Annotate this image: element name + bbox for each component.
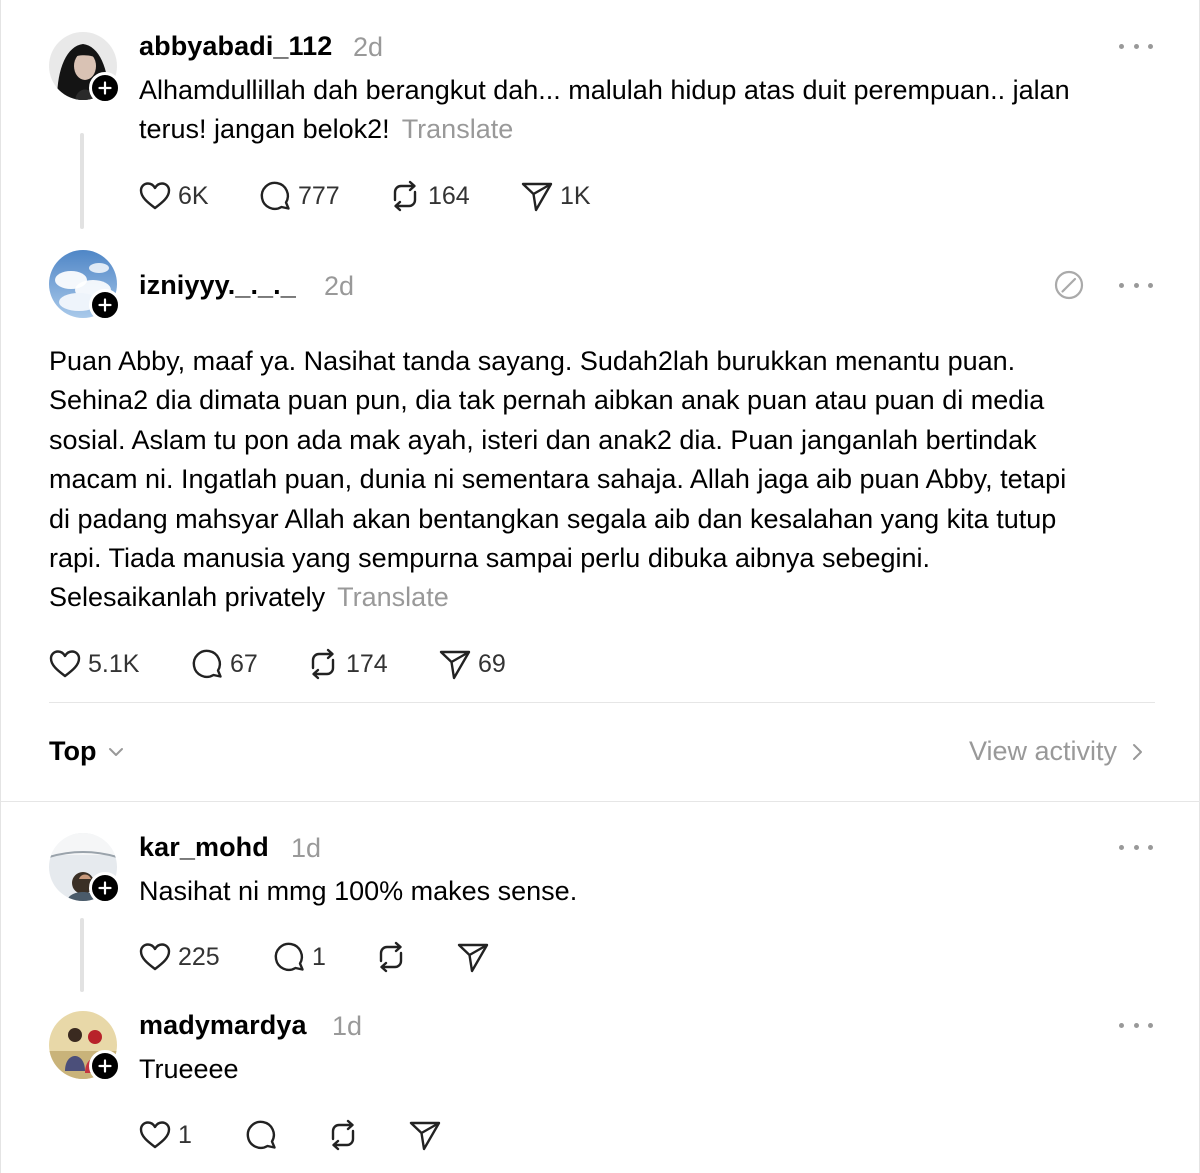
timestamp[interactable]: 1d xyxy=(291,833,321,864)
share-count: 1K xyxy=(560,181,591,210)
share-icon xyxy=(409,1121,441,1151)
post-text: Alhamdullillah dah berangkut dah... malu… xyxy=(139,71,1149,150)
post-text-line: Sehina2 dia dimata puan pun, dia tak per… xyxy=(49,385,1045,416)
heart-icon xyxy=(49,650,81,678)
post-text: Puan Abby, maaf ya. Nasihat tanda sayang… xyxy=(49,342,1159,618)
like-count: 6K xyxy=(178,181,209,210)
thread-line xyxy=(80,133,84,229)
sort-label: Top xyxy=(49,736,97,766)
sort-dropdown[interactable]: Top xyxy=(49,736,126,767)
repost-button[interactable] xyxy=(325,1115,361,1155)
chevron-right-icon xyxy=(1133,743,1142,760)
more-icon[interactable] xyxy=(1119,275,1153,295)
translate-link[interactable]: Translate xyxy=(402,114,514,144)
repost-icon xyxy=(331,1119,355,1151)
repost-count: 174 xyxy=(346,649,388,678)
timestamp[interactable]: 2d xyxy=(324,271,354,302)
comment-button[interactable] xyxy=(243,1115,279,1155)
comment-button[interactable]: 1 xyxy=(271,937,326,977)
repost-count: 164 xyxy=(428,181,470,210)
repost-button[interactable]: 164 xyxy=(387,176,470,216)
heart-icon xyxy=(139,943,171,971)
translate-link[interactable]: Translate xyxy=(337,582,449,612)
share-icon xyxy=(521,182,553,212)
username[interactable]: abbyabadi_112 xyxy=(139,31,332,62)
share-count: 69 xyxy=(478,649,506,678)
view-activity-label: View activity xyxy=(968,736,1117,766)
repost-icon xyxy=(379,941,403,973)
post-text-line: macam ni. Ingatlah puan, dunia ni sement… xyxy=(49,464,1067,495)
post-text-line: sosial. Aslam tu pon ada mak ayah, ister… xyxy=(49,424,1037,455)
heart-icon xyxy=(139,182,171,210)
share-button[interactable] xyxy=(407,1115,443,1155)
repost-button[interactable]: 174 xyxy=(305,644,388,684)
edit-icon[interactable] xyxy=(1052,268,1086,302)
chevron-down-icon xyxy=(109,747,124,756)
share-button[interactable] xyxy=(455,937,491,977)
divider xyxy=(49,702,1155,703)
comment-count: 777 xyxy=(298,181,340,210)
share-button[interactable]: 69 xyxy=(437,644,506,684)
timestamp[interactable]: 1d xyxy=(332,1011,362,1042)
thread-view: abbyabadi_112 2d Alhamdullillah dah bera… xyxy=(0,0,1200,1173)
username[interactable]: kar_mohd xyxy=(139,832,269,863)
follow-plus-icon[interactable] xyxy=(89,1050,121,1082)
follow-plus-icon[interactable] xyxy=(89,72,121,104)
repost-button[interactable] xyxy=(373,937,409,977)
heart-icon xyxy=(139,1121,171,1149)
repost-icon xyxy=(393,180,417,212)
like-button[interactable]: 225 xyxy=(137,937,220,977)
comment-icon xyxy=(274,942,304,971)
post-text-line: Alhamdullillah dah berangkut dah... malu… xyxy=(139,75,1070,105)
post-text-line: di padang mahsyar Allah akan bentangkan … xyxy=(49,503,1057,534)
post-text-line: terus! jangan belok2! Translate xyxy=(139,114,514,145)
reply-text: Nasihat ni mmg 100% makes sense. xyxy=(139,876,578,906)
view-activity-link[interactable]: View activity xyxy=(969,736,1147,767)
post-text-line: Puan Abby, maaf ya. Nasihat tanda sayang… xyxy=(49,346,1016,376)
post-text-line: Selesaikanlah privately Translate xyxy=(49,582,449,613)
comment-icon xyxy=(260,181,290,210)
comment-icon xyxy=(246,1120,276,1149)
share-button[interactable]: 1K xyxy=(519,176,591,216)
like-button[interactable]: 5.1K xyxy=(47,644,139,684)
comment-button[interactable]: 777 xyxy=(257,176,340,216)
like-count: 5.1K xyxy=(88,649,140,678)
repost-icon xyxy=(311,648,335,680)
follow-plus-icon[interactable] xyxy=(89,872,121,904)
divider xyxy=(1,801,1200,802)
more-icon[interactable] xyxy=(1119,36,1153,56)
reply-text: Trueeee xyxy=(139,1054,239,1084)
post-text-line: rapi. Tiada manusia yang sempurna sampai… xyxy=(49,543,931,574)
more-icon[interactable] xyxy=(1119,837,1153,857)
like-button[interactable]: 6K xyxy=(137,176,209,216)
share-icon xyxy=(439,650,471,680)
thread-line xyxy=(80,918,84,992)
comment-icon xyxy=(192,649,222,678)
timestamp[interactable]: 2d xyxy=(353,32,383,63)
comment-count: 1 xyxy=(312,942,326,971)
like-count: 225 xyxy=(178,942,220,971)
username[interactable]: madymardya xyxy=(139,1010,307,1041)
like-button[interactable]: 1 xyxy=(137,1115,192,1155)
share-icon xyxy=(457,943,489,973)
comment-count: 67 xyxy=(230,649,258,678)
username[interactable]: izniyyy._._._ xyxy=(139,270,296,301)
like-count: 1 xyxy=(178,1120,192,1149)
comment-button[interactable]: 67 xyxy=(189,644,258,684)
follow-plus-icon[interactable] xyxy=(89,289,121,321)
more-icon[interactable] xyxy=(1119,1015,1153,1035)
